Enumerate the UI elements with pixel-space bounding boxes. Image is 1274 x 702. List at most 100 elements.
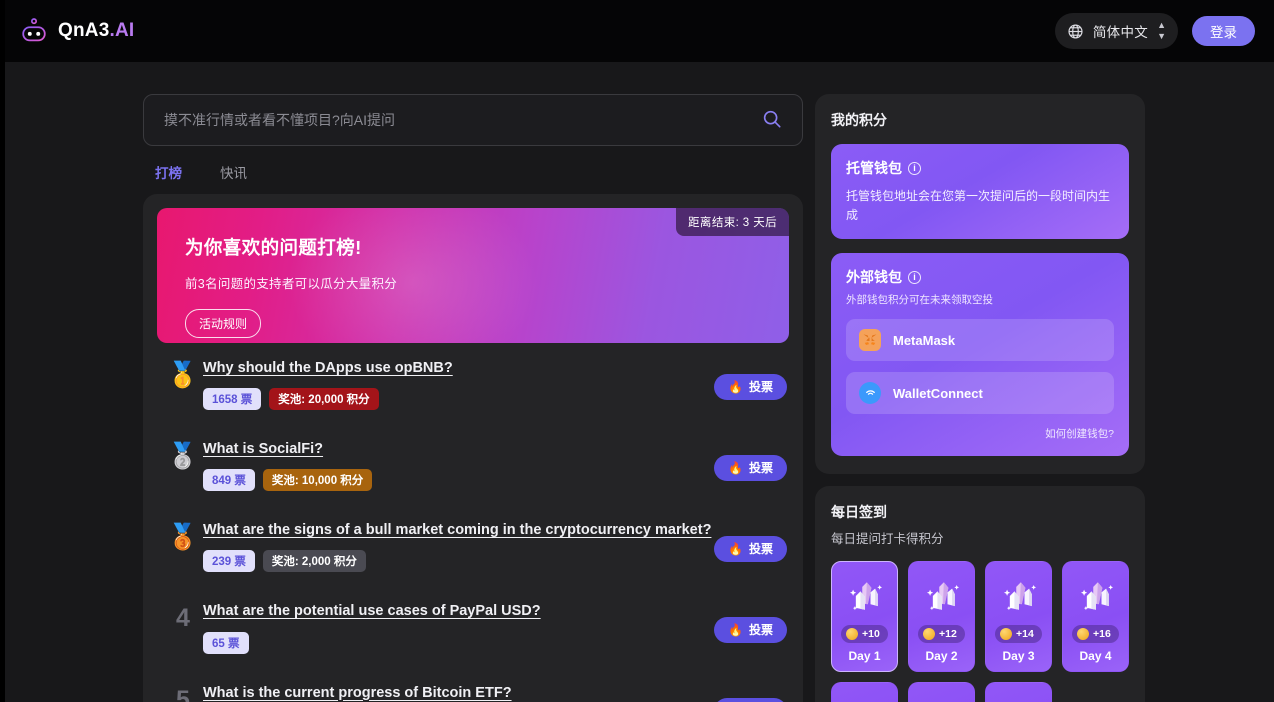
custodial-wallet-name: 托管钱包 — [846, 158, 902, 178]
rank-indicator: 4 — [163, 600, 203, 631]
banner-subtitle: 前3名问题的支持者可以瓜分大量积分 — [185, 273, 789, 292]
checkin-day-card[interactable]: +12 Day 2 — [908, 561, 975, 672]
question-title-link[interactable]: What is the current progress of Bitcoin … — [203, 684, 512, 702]
countdown-badge: 距离结束: 3 天后 — [676, 208, 789, 236]
vote-button[interactable]: 🔥投票 — [714, 698, 787, 702]
vote-count-badge: 239 票 — [203, 550, 255, 572]
banner-title: 为你喜欢的问题打榜! — [185, 234, 789, 260]
language-selector[interactable]: 简体中文 ▲▼ — [1055, 13, 1178, 49]
checkin-day-card[interactable]: +20Day 6 — [908, 682, 975, 702]
external-wallet-header: 外部钱包 i — [846, 267, 1114, 287]
metamask-icon — [859, 329, 881, 351]
points-panel: 我的积分 托管钱包 i 托管钱包地址会在您第一次提问后的一段时间内生成 外部钱包… — [815, 94, 1145, 474]
brand[interactable]: QnA3.AI — [19, 16, 134, 46]
points-panel-title: 我的积分 — [831, 110, 1129, 130]
day-label: Day 1 — [838, 649, 891, 663]
question-block: What are the potential use cases of PayP… — [203, 600, 714, 653]
vote-button[interactable]: 🔥投票 — [714, 617, 787, 643]
external-wallet-description: 外部钱包积分可在未来领取空投 — [846, 292, 1114, 308]
checkin-title: 每日签到 — [831, 502, 1129, 522]
checkin-day-card[interactable]: +10 Day 1 — [831, 561, 898, 672]
day-label: Day 4 — [1069, 649, 1122, 663]
login-button[interactable]: 登录 — [1192, 16, 1255, 46]
table-row: 4 What are the potential use cases of Pay… — [157, 586, 789, 667]
ranking-panel: 距离结束: 3 天后 为你喜欢的问题打榜! 前3名问题的支持者可以瓜分大量积分 … — [143, 194, 803, 702]
vote-button[interactable]: 🔥投票 — [714, 536, 787, 562]
points-reward-label: +16 — [1093, 628, 1111, 640]
tab-news[interactable]: 快讯 — [220, 162, 247, 182]
top-bar-actions: 简体中文 ▲▼ 登录 — [1055, 13, 1255, 49]
question-title-link[interactable]: Why should the DApps use opBNB? — [203, 359, 453, 377]
badge-group: 1658 票奖池: 20,000 积分 — [203, 388, 714, 410]
rank-indicator: 5 — [163, 682, 203, 702]
crystal-icon — [992, 571, 1045, 621]
medal-icon: 🥈 — [167, 444, 198, 469]
prize-pool-badge: 奖池: 20,000 积分 — [269, 388, 378, 410]
table-row: 🥇 Why should the DApps use opBNB? 1658 票奖池… — [157, 343, 789, 424]
search-button[interactable] — [758, 105, 786, 136]
wallet-option-walletconnect[interactable]: WalletConnect — [846, 372, 1114, 414]
globe-icon — [1067, 23, 1084, 40]
crystal-icon — [915, 692, 968, 702]
ranking-list: 🥇 Why should the DApps use opBNB? 1658 票奖池… — [157, 343, 789, 702]
checkin-panel: 每日签到 每日提问打卡得积分 +10Day 1 +12Day 2 +14Day … — [815, 486, 1145, 702]
vote-count-badge: 849 票 — [203, 469, 255, 491]
points-reward-badge: +12 — [918, 625, 965, 643]
chevron-updown-icon: ▲▼ — [1157, 21, 1166, 41]
create-wallet-link[interactable]: 如何创建钱包? — [846, 426, 1114, 441]
medal-icon: 🥉 — [167, 525, 198, 550]
table-row: 🥈 What is SocialFi? 849 票奖池: 10,000 积分 🔥 投票 — [157, 424, 789, 505]
vote-button-label: 投票 — [749, 621, 773, 638]
sidebar: 我的积分 托管钱包 i 托管钱包地址会在您第一次提问后的一段时间内生成 外部钱包… — [815, 94, 1145, 702]
vote-button-label: 投票 — [749, 378, 773, 395]
points-reward-label: +12 — [939, 628, 957, 640]
vote-button[interactable]: 🔥投票 — [714, 374, 787, 400]
wallet-option-metamask[interactable]: MetaMask — [846, 319, 1114, 361]
brand-name: QnA3.AI — [58, 20, 134, 42]
custodial-wallet-header: 托管钱包 i — [846, 158, 1114, 178]
crystal-icon — [838, 571, 891, 621]
points-reward-badge: +16 — [1072, 625, 1119, 643]
checkin-day-card[interactable]: +22Day 7 — [985, 682, 1052, 702]
day-label: Day 2 — [915, 649, 968, 663]
info-icon[interactable]: i — [908, 162, 921, 175]
tab-bar: 打榜 快讯 — [143, 146, 803, 182]
question-block: Why should the DApps use opBNB? 1658 票奖池:… — [203, 357, 714, 410]
fire-icon: 🔥 — [728, 461, 743, 475]
coin-icon — [1000, 628, 1012, 640]
checkin-day-card[interactable]: +14 Day 3 — [985, 561, 1052, 672]
walletconnect-icon — [859, 382, 881, 404]
search-bar[interactable] — [143, 94, 803, 146]
rank-number: 4 — [176, 606, 190, 631]
checkin-day-card[interactable]: +16 Day 4 — [1062, 561, 1129, 672]
vote-button[interactable]: 🔥 投票 — [714, 455, 787, 481]
question-title-link[interactable]: What are the potential use cases of PayP… — [203, 602, 541, 620]
vote-count-badge: 65 票 — [203, 632, 249, 654]
table-row: 🥉 What are the signs of a bull market com… — [157, 505, 789, 586]
search-input[interactable] — [164, 112, 748, 128]
brand-suffix-text: .AI — [109, 20, 134, 41]
activity-rules-button[interactable]: 活动规则 — [185, 309, 261, 338]
checkin-day-grid: +10 Day 1 +12 Day 2 +14 Day 3 +16 Day 4 +18D… — [831, 561, 1129, 702]
tab-ranking[interactable]: 打榜 — [155, 162, 182, 182]
points-reward-badge: +14 — [995, 625, 1042, 643]
points-reward-badge: +10 — [841, 625, 888, 643]
rank-indicator: 🥈 — [163, 438, 203, 469]
checkin-day-card[interactable]: +18Day 5 — [831, 682, 898, 702]
crystal-icon — [1069, 571, 1122, 621]
day-label: Day 3 — [992, 649, 1045, 663]
top-bar: QnA3.AI 简体中文 ▲▼ 登录 — [5, 0, 1274, 62]
crystal-icon — [838, 692, 891, 702]
medal-icon: 🥇 — [167, 363, 198, 388]
question-title-link[interactable]: What are the signs of a bull market comi… — [203, 521, 711, 539]
prize-pool-badge: 奖池: 10,000 积分 — [263, 469, 372, 491]
external-wallet-name: 外部钱包 — [846, 267, 902, 287]
vote-button-label: 投票 — [749, 459, 773, 476]
badge-group: 849 票奖池: 10,000 积分 — [203, 469, 714, 491]
search-icon — [762, 109, 782, 132]
custodial-wallet-card: 托管钱包 i 托管钱包地址会在您第一次提问后的一段时间内生成 — [831, 144, 1129, 239]
info-icon[interactable]: i — [908, 271, 921, 284]
question-title-link[interactable]: What is SocialFi? — [203, 440, 323, 458]
coin-icon — [1077, 628, 1089, 640]
walletconnect-label: WalletConnect — [893, 386, 983, 401]
